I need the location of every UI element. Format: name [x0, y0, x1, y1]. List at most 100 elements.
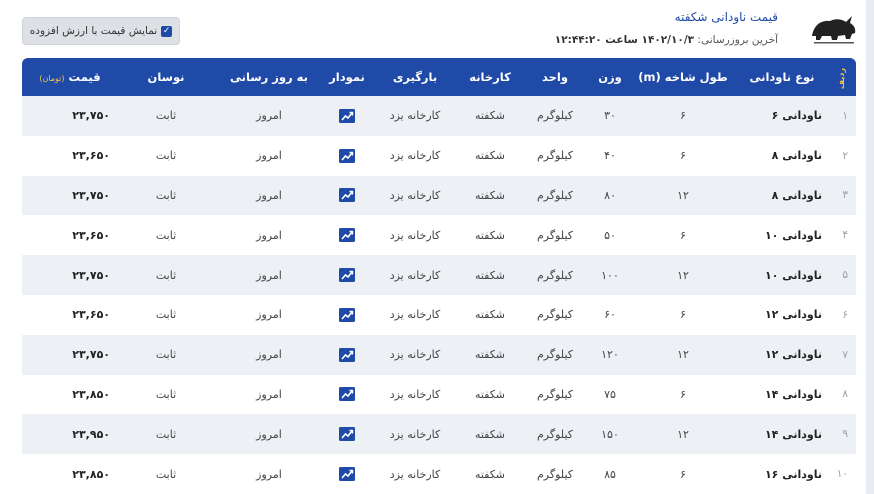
col-length-header[interactable]: طول شاخه (m): [630, 58, 736, 96]
col-chart-header: نمودار: [329, 70, 365, 84]
col-updated-header[interactable]: به روز رسانی: [214, 58, 324, 96]
row-updated: امروز: [256, 308, 282, 322]
trend-chart-icon[interactable]: [339, 387, 355, 402]
row-loading: کارخانه یزد: [389, 348, 441, 362]
row-weight: ۱۰۰: [601, 268, 619, 282]
col-fluctuation-header[interactable]: نوسان: [118, 58, 214, 96]
row-price: ۲۳,۷۵۰: [72, 109, 110, 123]
trend-chart-icon[interactable]: [339, 228, 355, 243]
row-chart-cell: [324, 136, 370, 176]
col-price-header[interactable]: قیمت (تومان): [22, 58, 118, 96]
row-loading: کارخانه یزد: [389, 308, 441, 322]
row-chart-cell: [324, 335, 370, 375]
row-length: ۱۲: [677, 427, 689, 441]
last-update-label: آخرین بروزرسانی:: [697, 34, 778, 46]
trend-chart-icon[interactable]: [339, 148, 355, 163]
row-price: ۲۳,۹۵۰: [72, 427, 110, 441]
trend-chart-icon[interactable]: [339, 307, 355, 322]
page-title: قیمت ناودانی شکفته: [674, 10, 778, 24]
table-row: ۸ ناودانی ۱۴ ۶ ۷۵ کیلوگرم شکفته کارخانه …: [22, 374, 856, 415]
row-factory: شکفته: [474, 109, 506, 123]
row-factory: شکفته: [474, 348, 506, 362]
row-type: ناودانی ۶: [771, 109, 822, 123]
row-weight: ۵۰: [604, 228, 616, 242]
row-length: ۱۲: [677, 348, 689, 362]
trend-chart-icon[interactable]: [339, 467, 355, 482]
row-type: ناودانی ۱۶: [764, 467, 822, 481]
row-factory: شکفته: [474, 268, 506, 282]
row-weight: ۴۰: [604, 149, 616, 163]
col-weight-header[interactable]: وزن: [590, 58, 630, 96]
col-factory-header[interactable]: کارخانه: [460, 58, 520, 96]
row-fluctuation: ثابت: [155, 387, 177, 401]
col-unit-header[interactable]: واحد: [520, 58, 590, 96]
row-fluctuation: ثابت: [155, 348, 177, 362]
row-weight: ۷۵: [604, 387, 616, 401]
row-length: ۶: [680, 228, 686, 242]
row-updated: امروز: [256, 188, 282, 202]
col-type-header[interactable]: نوع ناودانی: [736, 58, 828, 96]
row-price: ۲۳,۶۵۰: [72, 228, 110, 242]
row-chart-cell: [324, 96, 370, 136]
row-index: ۹: [842, 428, 848, 441]
trend-chart-icon[interactable]: [339, 188, 355, 203]
row-chart-cell: [324, 454, 370, 494]
row-fluctuation: ثابت: [155, 308, 177, 322]
row-index: ۴: [842, 229, 848, 242]
scrollbar-track[interactable]: [866, 0, 874, 494]
row-weight: ۶۰: [604, 308, 616, 322]
row-chart-cell: [324, 295, 370, 335]
trend-chart-icon[interactable]: [339, 268, 355, 283]
row-price: ۲۳,۶۵۰: [72, 308, 110, 322]
col-index-header[interactable]: ردیف: [828, 58, 856, 96]
row-length: ۶: [680, 308, 686, 322]
row-length: ۶: [680, 467, 686, 481]
row-factory: شکفته: [474, 188, 506, 202]
row-weight: ۱۲۰: [601, 348, 619, 362]
row-unit: کیلوگرم: [537, 188, 573, 202]
row-updated: امروز: [256, 109, 282, 123]
row-loading: کارخانه یزد: [389, 467, 441, 481]
price-table: ردیف نوع ناودانی طول شاخه (m) وزن واحد ک…: [22, 58, 856, 494]
trend-chart-icon[interactable]: [339, 347, 355, 362]
row-index: ۲: [842, 149, 848, 162]
row-loading: کارخانه یزد: [389, 427, 441, 441]
row-unit: کیلوگرم: [537, 387, 573, 401]
row-index: ۵: [842, 269, 848, 282]
row-index: ۸: [842, 388, 848, 401]
table-row: ۵ ناودانی ۱۰ ۱۲ ۱۰۰ کیلوگرم شکفته کارخان…: [22, 255, 856, 295]
vat-toggle-button[interactable]: ✓ نمایش قیمت با ارزش افزوده: [22, 17, 180, 45]
row-weight: ۸۵: [604, 467, 616, 481]
row-length: ۱۲: [677, 268, 689, 282]
row-unit: کیلوگرم: [537, 348, 573, 362]
row-unit: کیلوگرم: [537, 467, 573, 481]
row-factory: شکفته: [474, 387, 506, 401]
last-update: آخرین بروزرسانی: ۱۴۰۲/۱۰/۳ ساعت ۱۲:۴۴:۲۰: [555, 34, 778, 46]
row-type: ناودانی ۱۴: [764, 427, 822, 441]
row-updated: امروز: [256, 348, 282, 362]
row-price: ۲۳,۷۵۰: [72, 348, 110, 362]
row-chart-cell: [324, 176, 370, 216]
row-unit: کیلوگرم: [537, 149, 573, 163]
row-weight: ۳۰: [604, 109, 616, 123]
col-loading-header[interactable]: بارگیری: [370, 58, 460, 96]
trend-chart-icon[interactable]: [339, 427, 355, 442]
row-factory: شکفته: [474, 308, 506, 322]
row-type: ناودانی ۱۰: [764, 228, 822, 242]
table-row: ۶ ناودانی ۱۲ ۶ ۶۰ کیلوگرم شکفته کارخانه …: [22, 294, 856, 335]
table-row: ۴ ناودانی ۱۰ ۶ ۵۰ کیلوگرم شکفته کارخانه …: [22, 215, 856, 256]
row-updated: امروز: [256, 387, 282, 401]
row-unit: کیلوگرم: [537, 427, 573, 441]
row-loading: کارخانه یزد: [389, 109, 441, 123]
trend-chart-icon[interactable]: [339, 108, 355, 123]
rhino-logo-icon: [808, 10, 860, 48]
vat-checkbox[interactable]: ✓: [161, 25, 173, 37]
table-row: ۷ ناودانی ۱۲ ۱۲ ۱۲۰ کیلوگرم شکفته کارخان…: [22, 334, 856, 375]
table-row: ۱۰ ناودانی ۱۶ ۶ ۸۵ کیلوگرم شکفته کارخانه…: [22, 454, 856, 494]
row-updated: امروز: [256, 427, 282, 441]
row-price: ۲۳,۷۵۰: [72, 188, 110, 202]
table-row: ۱ ناودانی ۶ ۶ ۳۰ کیلوگرم شکفته کارخانه ی…: [22, 96, 856, 136]
row-length: ۱۲: [677, 188, 689, 202]
last-update-value: ۱۴۰۲/۱۰/۳ ساعت ۱۲:۴۴:۲۰: [554, 34, 695, 46]
row-updated: امروز: [256, 268, 282, 282]
